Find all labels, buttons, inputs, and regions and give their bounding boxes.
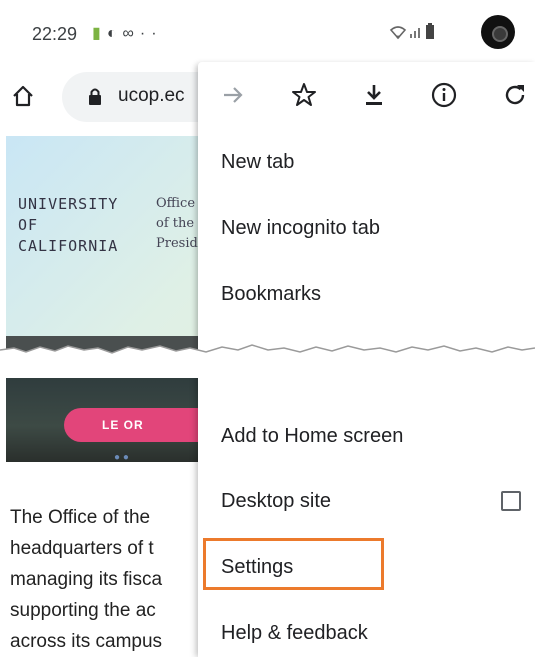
status-time: 22:29 xyxy=(32,24,78,44)
status-icons-right xyxy=(388,23,436,41)
status-icons-left: ▮◐∞·· xyxy=(92,23,163,43)
forward-arrow-icon[interactable] xyxy=(220,82,246,108)
desktop-site-checkbox[interactable] xyxy=(501,491,521,511)
menu-item-new-incognito-tab[interactable]: New incognito tab xyxy=(221,217,380,240)
menu-item-settings[interactable]: Settings xyxy=(221,556,293,579)
photo-dots: ● ● xyxy=(114,452,129,463)
office-logo-text: Office of the Presid xyxy=(156,196,198,251)
more-dots-icon: ·· xyxy=(139,25,163,42)
menu-item-help-feedback[interactable]: Help & feedback xyxy=(221,622,368,645)
home-icon[interactable] xyxy=(12,85,34,107)
url-text: ucop.ec xyxy=(118,85,185,106)
menu-item-bookmarks[interactable]: Bookmarks xyxy=(221,283,321,306)
page-photo: LE OR ● ● xyxy=(6,372,214,463)
info-icon[interactable] xyxy=(431,82,457,108)
infinity-icon: ∞ xyxy=(122,25,140,42)
download-icon[interactable] xyxy=(361,82,387,108)
status-bar: 22:29 ▮◐∞·· xyxy=(6,6,535,58)
banner-pill[interactable]: LE OR xyxy=(64,408,214,442)
battery-icon xyxy=(426,23,434,40)
star-icon[interactable] xyxy=(291,82,317,108)
menu-item-add-to-home-screen[interactable]: Add to Home screen xyxy=(221,425,403,448)
torn-edge-divider xyxy=(0,344,535,378)
signal-icon xyxy=(410,28,420,39)
menu-item-new-tab[interactable]: New tab xyxy=(221,151,294,174)
overflow-menu-top: New tab New incognito tab Bookmarks xyxy=(198,62,535,356)
menu-icon-row xyxy=(198,62,535,128)
page-body-text: The Office of the headquarters of t mana… xyxy=(10,507,163,652)
wifi-icon xyxy=(389,26,407,40)
front-camera-cutout xyxy=(481,15,515,49)
reload-icon[interactable] xyxy=(502,82,528,108)
sync-icon: ◐ xyxy=(106,25,123,42)
university-logo-text: UNIVERSITY OF CALIFORNIA xyxy=(18,195,119,255)
menu-item-desktop-site[interactable]: Desktop site xyxy=(221,490,331,513)
overflow-menu-bottom: Add to Home screen Desktop site Settings… xyxy=(198,372,535,657)
lock-icon xyxy=(89,88,101,105)
android-icon: ▮ xyxy=(92,25,107,42)
